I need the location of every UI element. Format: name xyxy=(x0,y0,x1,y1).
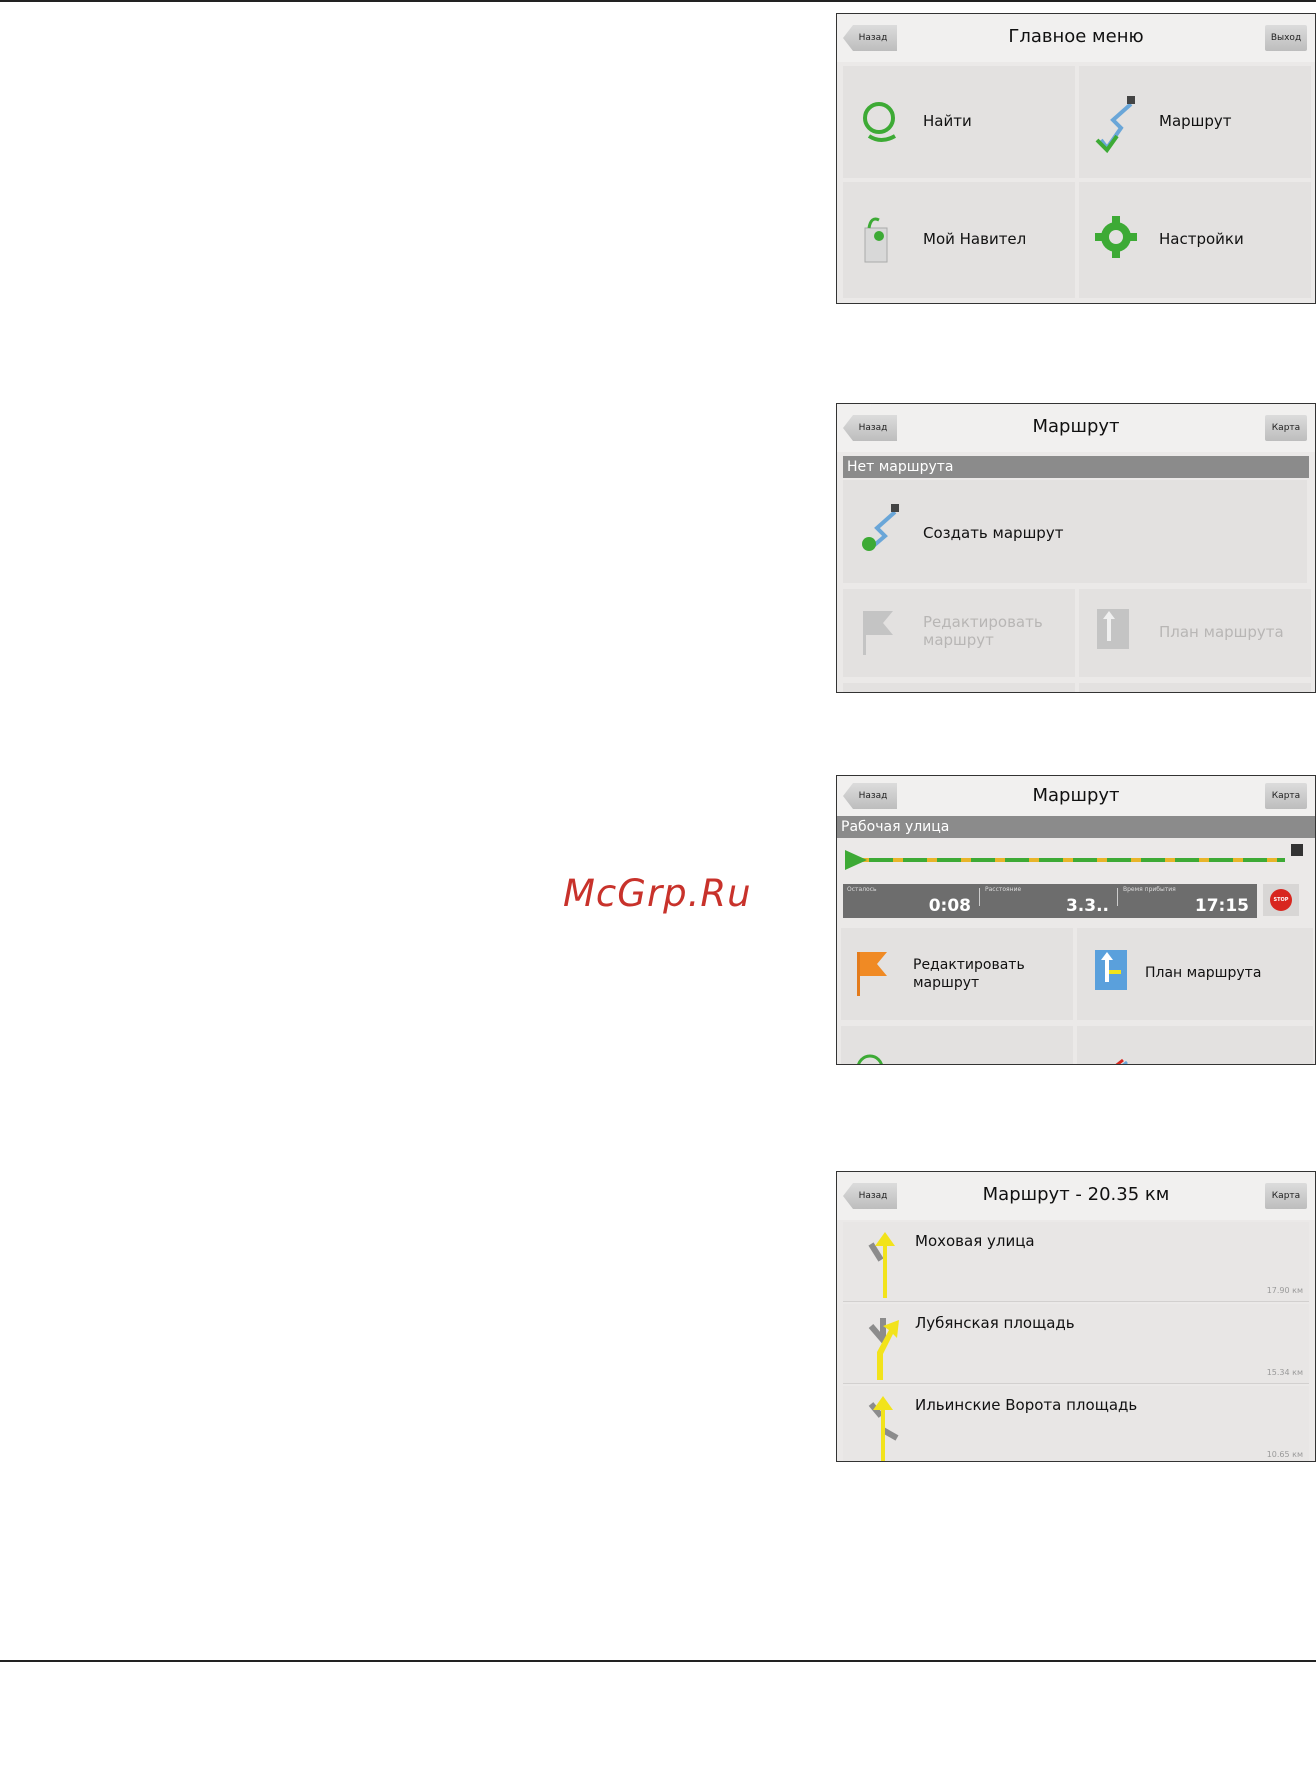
my-navitel-tile[interactable]: Мой Навител xyxy=(843,182,1075,298)
turn-straight-icon xyxy=(868,1396,899,1461)
list-item[interactable]: Ильинские Ворота площадь 10.65 км xyxy=(843,1386,1309,1461)
edit-route-tile: Редактировать маршрут xyxy=(843,589,1075,677)
info-separator xyxy=(1117,888,1118,906)
settings-tile[interactable]: Настройки xyxy=(1079,182,1311,298)
map-button[interactable]: Карта xyxy=(1265,783,1307,809)
time-left-value: 0:08 xyxy=(928,896,971,916)
main-menu-screen: Назад Главное меню Выход Найти Маршрут М… xyxy=(836,13,1316,304)
flag-icon xyxy=(863,611,893,655)
route-list-screen: Назад Маршрут - 20.35 км Карта Моховая у… xyxy=(836,1171,1316,1462)
time-left-caption: Осталось xyxy=(847,886,877,893)
settings-label: Настройки xyxy=(1159,230,1244,248)
map-button[interactable]: Карта xyxy=(1265,1183,1307,1209)
route-status-bar: Нет маршрута xyxy=(843,456,1309,478)
page-title: Маршрут xyxy=(1032,416,1120,437)
route-active-header: Назад Маршрут Карта xyxy=(837,776,1315,816)
distance-cell: Расстояние 3.3.. xyxy=(981,884,1117,918)
top-rule xyxy=(0,0,1316,2)
main-menu-header: Назад Главное меню Выход xyxy=(837,14,1315,62)
route-info-panel: Осталось 0:08 Расстояние 3.3.. Время при… xyxy=(843,884,1257,918)
street-distance: 17.90 км xyxy=(1266,1286,1303,1295)
arrival-cell: Время прибытия 17:15 xyxy=(1119,884,1257,918)
partial-tile-left xyxy=(843,683,1075,692)
route-progress-bar xyxy=(845,844,1303,870)
current-street-bar: Рабочая улица xyxy=(837,816,1315,838)
list-item[interactable]: Моховая улица 17.90 км xyxy=(843,1222,1309,1302)
partial-tile-left xyxy=(841,1026,1073,1064)
route-active-screen: Назад Маршрут Карта Рабочая улица Остало… xyxy=(836,775,1316,1065)
distance-value: 3.3.. xyxy=(1065,896,1109,916)
street-distance: 15.34 км xyxy=(1266,1368,1303,1377)
edit-route-label: Редактировать маршрут xyxy=(913,957,1025,991)
page-title: Маршрут - 20.35 км xyxy=(982,1184,1170,1205)
route-empty-header: Назад Маршрут Карта xyxy=(837,404,1315,452)
route-icon xyxy=(1095,96,1135,154)
create-route-label: Создать маршрут xyxy=(923,524,1064,542)
route-plan-icon xyxy=(1095,950,1127,990)
route-create-icon xyxy=(862,504,899,551)
route-plan-label: План маршрута xyxy=(1159,623,1284,641)
edit-route-tile[interactable]: Редактировать маршрут xyxy=(841,928,1073,1020)
info-separator xyxy=(979,888,980,906)
gear-icon xyxy=(1095,216,1137,258)
route-tile[interactable]: Маршрут xyxy=(1079,66,1311,178)
find-tile[interactable]: Найти xyxy=(843,66,1075,178)
route-plan-label: План маршрута xyxy=(1145,965,1262,981)
clock-icon xyxy=(857,1054,883,1064)
page-title: Маршрут xyxy=(1032,785,1120,806)
edit-route-label: Редактировать маршрут xyxy=(923,613,1043,649)
turn-straight-icon xyxy=(868,1232,895,1298)
distance-caption: Расстояние xyxy=(985,886,1022,893)
partial-tile-right xyxy=(1079,683,1311,692)
route-label: Маршрут xyxy=(1159,112,1232,130)
stop-icon: STOP xyxy=(1270,889,1292,911)
route-icon xyxy=(1115,1058,1128,1064)
map-button[interactable]: Карта xyxy=(1265,415,1307,441)
turn-right-icon xyxy=(868,1318,899,1380)
create-route-tile[interactable]: Создать маршрут xyxy=(843,480,1307,583)
arrival-caption: Время прибытия xyxy=(1123,886,1176,893)
page-title: Главное меню xyxy=(1008,26,1144,47)
time-left-cell: Осталось 0:08 xyxy=(843,884,979,918)
flag-icon xyxy=(857,952,887,996)
my-navitel-label: Мой Навител xyxy=(923,230,1027,248)
find-label: Найти xyxy=(923,112,972,130)
street-name: Ильинские Ворота площадь xyxy=(915,1396,1138,1414)
street-name: Моховая улица xyxy=(915,1232,1035,1250)
watermark-text: McGrp.Ru xyxy=(563,872,752,915)
list-item[interactable]: Лубянская площадь 15.34 км xyxy=(843,1304,1309,1384)
route-plan-tile: План маршрута xyxy=(1079,589,1311,677)
route-empty-screen: Назад Маршрут Карта Нет маршрута Создать… xyxy=(836,403,1316,693)
search-icon xyxy=(863,102,896,142)
bag-icon xyxy=(864,217,888,263)
street-distance: 10.65 км xyxy=(1266,1450,1303,1459)
route-list-header: Назад Маршрут - 20.35 км Карта xyxy=(837,1172,1315,1220)
street-name: Лубянская площадь xyxy=(915,1314,1075,1332)
route-plan-tile[interactable]: План маршрута xyxy=(1077,928,1313,1020)
bottom-rule xyxy=(0,1660,1316,1662)
route-plan-icon xyxy=(1097,609,1129,649)
exit-button[interactable]: Выход xyxy=(1265,25,1307,51)
partial-tile-right xyxy=(1077,1026,1313,1064)
arrival-value: 17:15 xyxy=(1194,896,1249,916)
stop-route-button[interactable]: STOP xyxy=(1263,884,1299,916)
